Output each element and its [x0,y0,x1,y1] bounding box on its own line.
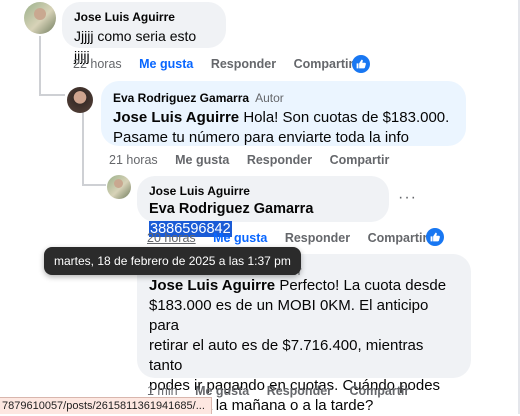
comment-time-link[interactable]: 20 horas [147,231,196,245]
comment-text-part: Perfecto! La cuota desde [275,277,447,294]
thread-line [39,94,65,96]
reply-button[interactable]: Responder [211,57,276,71]
comment-actions: 21 horas Me gusta Responder Compartir [109,153,403,167]
avatar[interactable] [24,2,56,34]
comment-time-link[interactable]: 21 horas [109,153,158,167]
share-button[interactable]: Compartir [368,231,428,245]
comment-author[interactable]: Eva Rodriguez Gamarra [113,91,249,105]
comment-author[interactable]: Jose Luis Aguirre [149,184,377,198]
reply-button[interactable]: Responder [267,384,332,398]
comment-author[interactable]: Jose Luis Aguirre [74,10,214,24]
comment-text-line: retirar el auto es de $7.716.400, mientr… [149,337,424,374]
mention-link[interactable]: Jose Luis Aguirre [149,277,275,294]
reply-button[interactable]: Responder [247,153,312,167]
comment-bubble: Jose Luis Aguirre Eva Rodriguez Gamarra … [137,176,389,237]
comment-text-part: Hola! Son cuotas de $183.000. [239,109,450,126]
comment-text-line: Pasame tu número para enviarte toda la i… [113,129,410,146]
comment-actions: 20 horas Me gusta Responder Compartir [147,231,441,245]
comment-actions: 1 min Me gusta Responder Compartir [147,384,423,398]
comment-text-line: $183.000 es de un MOBI 0KM. El anticipo … [149,297,429,334]
like-button[interactable]: Me gusta [175,153,229,167]
more-options-icon[interactable]: ··· [398,189,417,207]
thread-line [39,36,41,96]
avatar-face [34,8,46,20]
comment-actions: 22 horas Me gusta Responder Compartir [73,57,367,71]
comment-time-link[interactable]: 1 min [147,384,178,398]
like-button[interactable]: Me gusta [139,57,193,71]
timestamp-tooltip: martes, 18 de febrero de 2025 a las 1:37… [44,247,301,275]
mention-link[interactable]: Jose Luis Aguirre [113,109,239,126]
reply-button[interactable]: Responder [285,231,350,245]
share-button[interactable]: Compartir [350,384,410,398]
comment-time-link[interactable]: 22 horas [73,57,122,71]
comment-bubble: Eva Rodriguez Gamarra Autor Jose Luis Agu… [101,81,466,146]
comment-text: Jose Luis Aguirre Hola! Son cuotas de $1… [113,108,454,128]
share-button[interactable]: Compartir [294,57,354,71]
comment-text: Jose Luis Aguirre Perfecto! La cuota des… [149,276,459,296]
avatar[interactable] [67,87,93,113]
comment-bubble: Jose Luis Aguirre Jjjjj como seria esto … [62,2,226,64]
status-bar-url: 7879610057/posts/2615811361941685/... [0,397,212,414]
share-button[interactable]: Compartir [330,153,390,167]
avatar-face [114,179,123,188]
thread-line [82,184,106,186]
thread-line [82,112,84,184]
avatar[interactable] [107,175,131,199]
like-reaction-icon[interactable] [426,228,444,246]
like-button[interactable]: Me gusta [213,231,267,245]
author-badge: Autor [255,91,284,105]
like-reaction-icon[interactable] [352,55,370,73]
like-button[interactable]: Me gusta [195,384,249,398]
mention-link[interactable]: Eva Rodriguez Gamarra [149,201,313,217]
